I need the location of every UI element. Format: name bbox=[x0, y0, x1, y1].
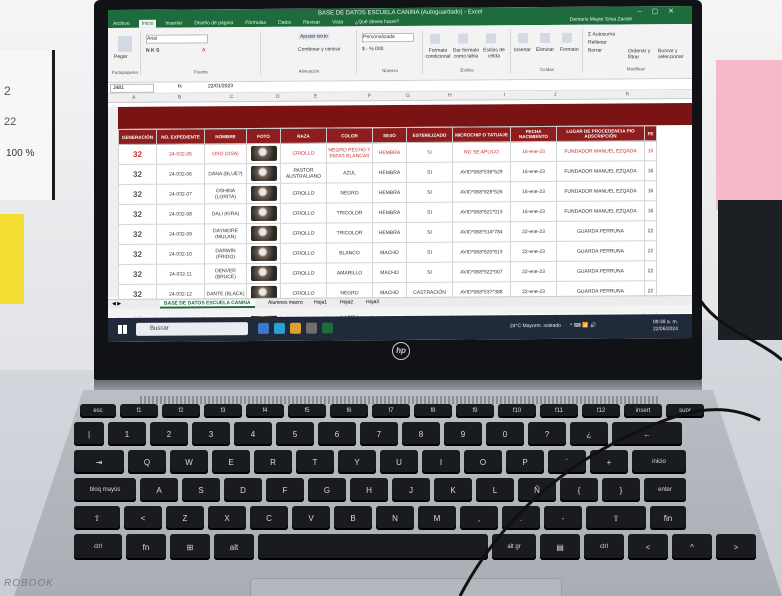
photo-scene: 2 22 100 % BASE DE DATOS ESCUELA CANINA … bbox=[0, 0, 782, 596]
charging-cable bbox=[458, 299, 782, 596]
